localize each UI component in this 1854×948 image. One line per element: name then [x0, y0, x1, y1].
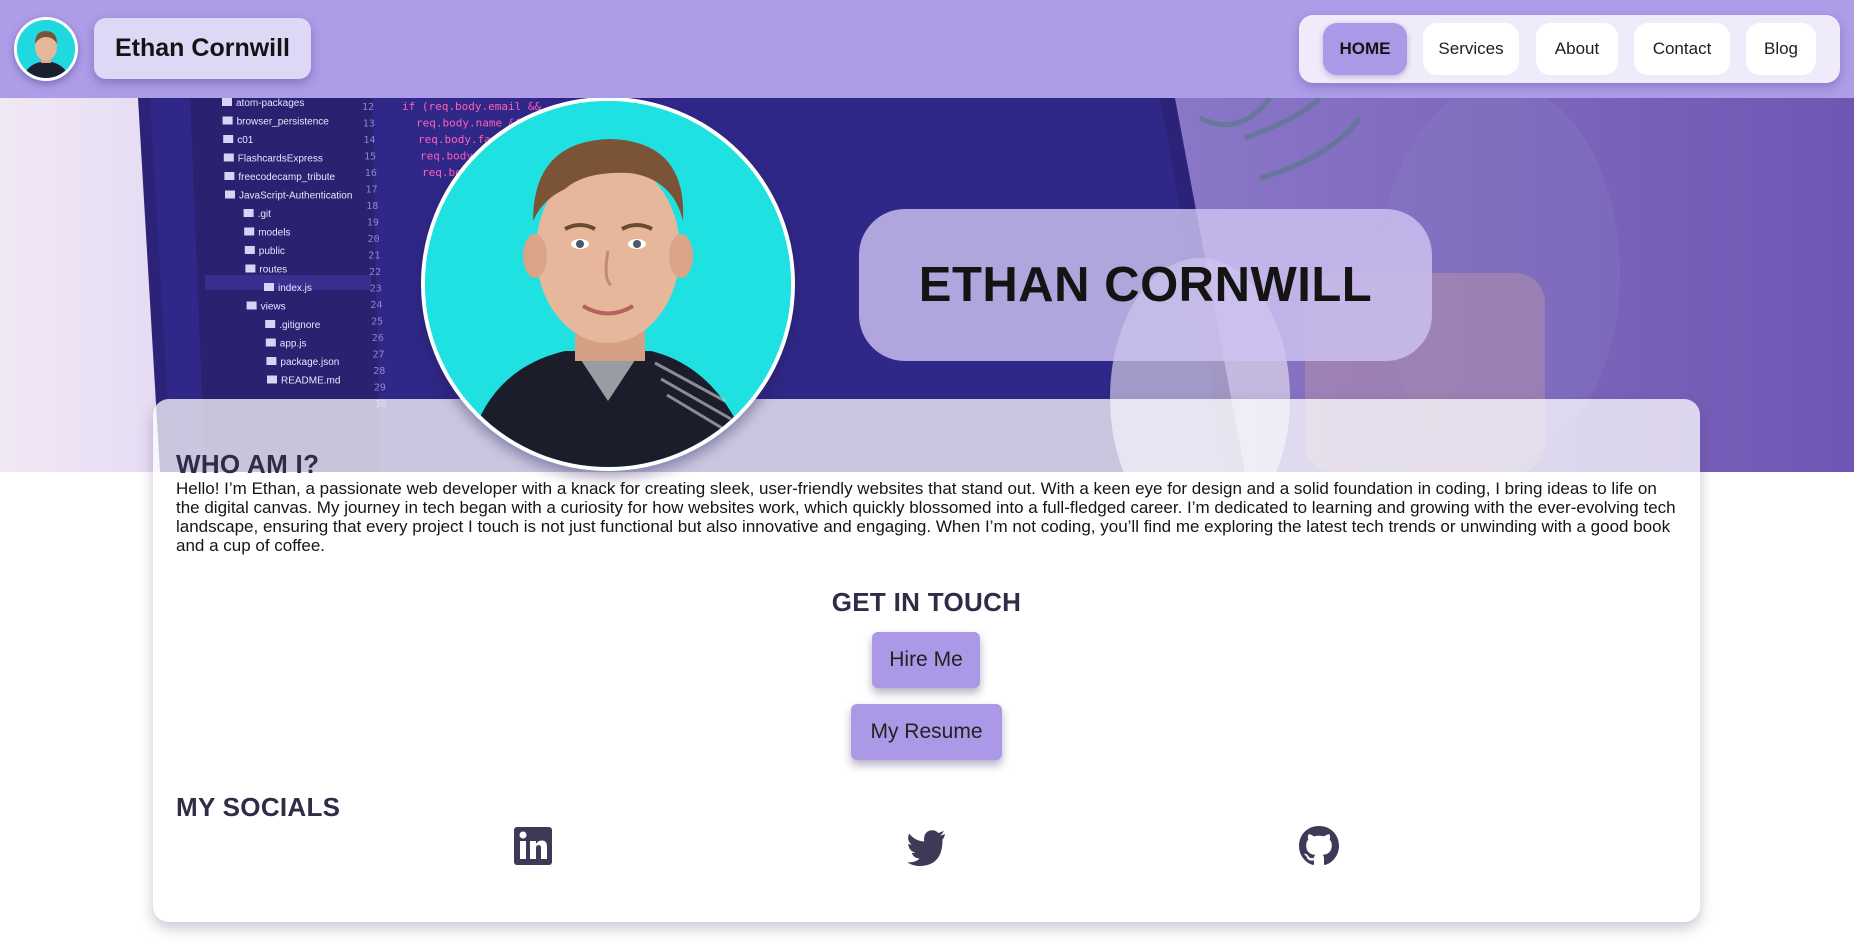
file-tree-item: package.json	[280, 357, 339, 368]
file-tree-item: public	[259, 246, 285, 257]
folder-icon	[244, 227, 255, 236]
code-line: if (req.body.email &&	[402, 100, 541, 113]
nav-link-contact[interactable]: Contact	[1634, 23, 1730, 75]
file-tree-item: atom-packages	[236, 98, 304, 109]
content-card: WHO AM I? Hello! I’m Ethan, a passionate…	[153, 399, 1700, 922]
code-line-number: 12	[362, 102, 374, 113]
file-tree-item: app.js	[280, 339, 307, 350]
file-tree-item: models	[258, 228, 290, 239]
folder-icon	[267, 375, 277, 384]
code-line-number: 28	[373, 366, 385, 377]
hire-me-button[interactable]: Hire Me	[872, 632, 980, 688]
contact-heading: GET IN TOUCH	[831, 587, 1022, 617]
twitter-icon[interactable]	[905, 825, 947, 867]
folder-icon	[225, 190, 235, 199]
file-tree-item: .gitignore	[279, 320, 321, 331]
file-tree-item: browser_persistence	[237, 117, 330, 128]
nav-link-blog[interactable]: Blog	[1746, 23, 1816, 75]
code-line: req.body	[420, 150, 473, 163]
profile-portrait	[421, 97, 795, 471]
github-icon[interactable]	[1298, 825, 1340, 867]
folder-icon	[246, 301, 257, 310]
file-tree-item: c01	[237, 135, 254, 146]
hero-title: ETHAN CORNWILL	[859, 209, 1432, 361]
code-line-number: 27	[373, 350, 385, 361]
brand-name[interactable]: Ethan Cornwill	[94, 18, 311, 79]
file-tree-item: routes	[259, 265, 287, 276]
nav-link-services[interactable]: Services	[1423, 23, 1519, 75]
folder-icon	[243, 209, 254, 217]
folder-icon	[244, 246, 255, 254]
about-text: Hello! I’m Ethan, a passionate web devel…	[176, 479, 1676, 555]
folder-icon	[266, 357, 277, 365]
code-line-number: 22	[369, 267, 381, 278]
nav_link-about[interactable]: About	[1536, 23, 1618, 75]
folder-icon	[265, 338, 276, 347]
file-tree-item: index.js	[278, 283, 312, 294]
top-navbar: Ethan Cornwill HOME Services About Conta…	[0, 0, 1854, 98]
folder-icon	[222, 98, 232, 106]
folder-icon	[223, 135, 234, 143]
code-line-number: 23	[370, 284, 382, 295]
code-line-number: 29	[374, 383, 386, 394]
folder-icon	[223, 153, 234, 162]
code-line-number: 17	[366, 185, 378, 196]
folder-icon	[245, 264, 256, 273]
resume-button[interactable]: My Resume	[851, 704, 1002, 760]
file-tree-item: JavaScript-Authentication	[239, 191, 352, 202]
folder-icon	[224, 172, 235, 180]
file-tree-item: .git	[258, 209, 272, 220]
code-line-number: 18	[366, 201, 378, 212]
nav-link-home[interactable]: HOME	[1323, 23, 1407, 75]
nav-links: HOME Services About Contact Blog	[1299, 15, 1840, 83]
file-tree-item: freecodecamp_tribute	[238, 172, 335, 183]
code-line-number: 26	[372, 333, 384, 344]
code-line-number: 14	[363, 135, 375, 146]
folder-icon	[264, 283, 274, 291]
file-tree-item: FlashcardsExpress	[238, 154, 323, 165]
avatar[interactable]	[14, 17, 78, 81]
code-line-number: 19	[367, 218, 379, 229]
code-line-number: 20	[368, 234, 380, 245]
code-line-number: 13	[363, 119, 375, 130]
file-tree-item: views	[261, 302, 286, 313]
folder-icon	[265, 320, 276, 328]
code-line-number: 15	[364, 152, 376, 163]
folder-icon	[222, 116, 233, 125]
code-line-number: 21	[368, 251, 380, 262]
linkedin-icon[interactable]	[512, 825, 554, 867]
file-tree-item: README.md	[281, 376, 340, 387]
about-heading: WHO AM I?	[176, 449, 320, 479]
socials-heading: MY SOCIALS	[176, 792, 341, 822]
code-line-number: 24	[370, 300, 382, 311]
code-line-number: 25	[371, 317, 383, 328]
code-line-number: 16	[365, 168, 377, 179]
